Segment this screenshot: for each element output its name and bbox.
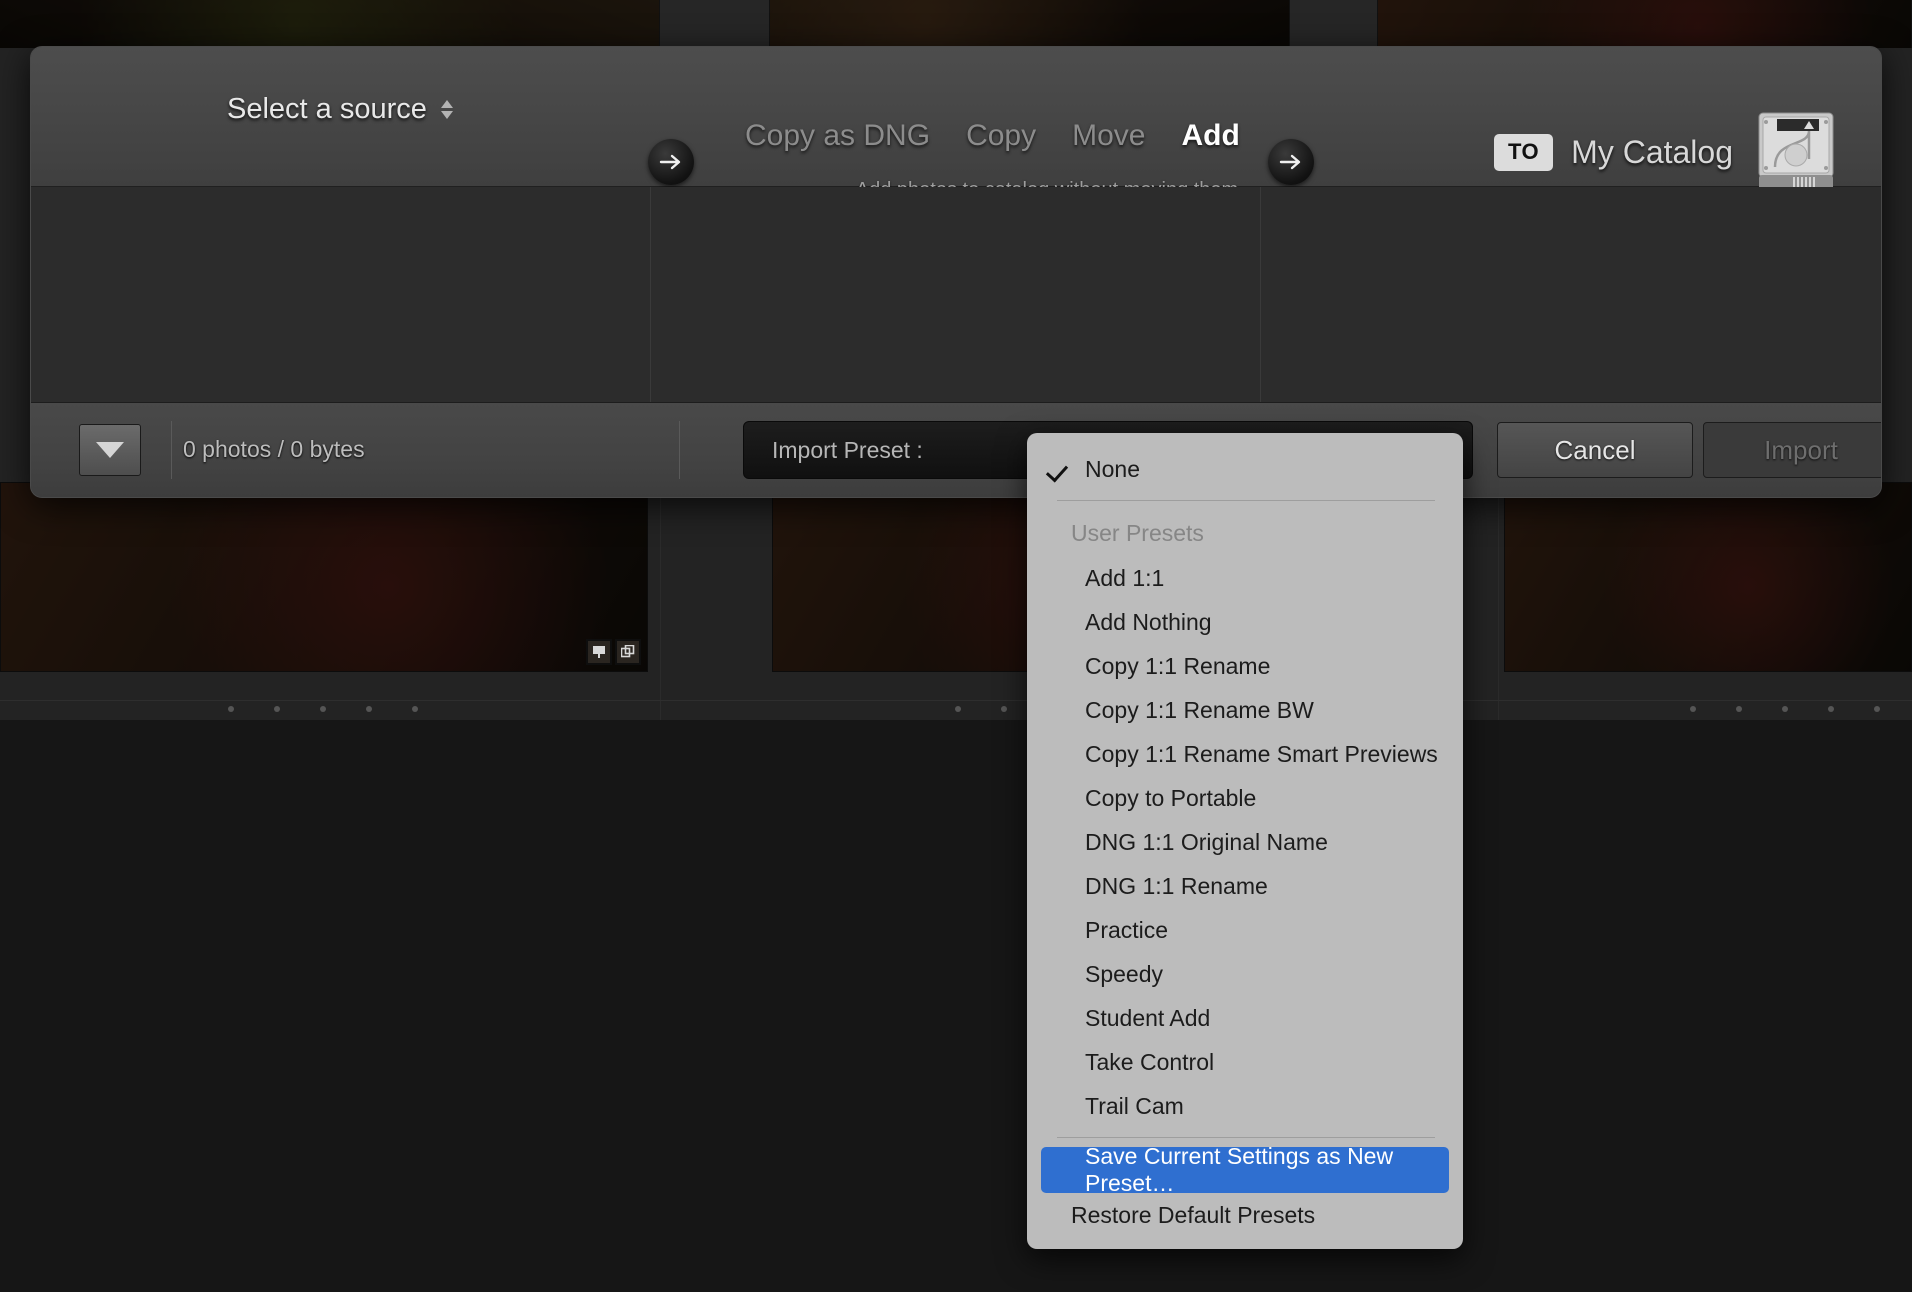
to-badge: TO [1494, 133, 1554, 171]
menu-item-label: DNG 1:1 Original Name [1085, 828, 1328, 855]
menu-item-label: Take Control [1085, 1048, 1215, 1075]
menu-separator [1057, 1137, 1435, 1138]
menu-item-dng-1-1-rename[interactable]: DNG 1:1 Rename [1027, 864, 1463, 908]
menu-item-copy-to-portable[interactable]: Copy to Portable [1027, 776, 1463, 820]
import-preset-label: Import Preset : [772, 436, 923, 463]
destination-selector[interactable]: TO My Catalog [1494, 109, 1843, 195]
menu-item-label: Restore Default Presets [1071, 1201, 1316, 1228]
hard-drive-icon [1751, 109, 1843, 195]
thumbnail-rating-dots [228, 706, 418, 712]
import-preset-dropdown-menu: None User Presets Add 1:1 Add Nothing Co… [1027, 433, 1463, 1249]
menu-item-trail-cam[interactable]: Trail Cam [1027, 1084, 1463, 1128]
menu-item-label: Add 1:1 [1085, 564, 1165, 591]
menu-separator [1057, 500, 1435, 501]
file-handling-panel [651, 187, 1261, 402]
metadata-panel [31, 187, 651, 402]
source-selector[interactable]: Select a source [227, 93, 453, 126]
menu-item-add-nothing[interactable]: Add Nothing [1027, 600, 1463, 644]
menu-item-restore-default-presets[interactable]: Restore Default Presets [1027, 1193, 1463, 1237]
stack-badge-icon [615, 639, 641, 665]
import-dialog-header: Select a source Copy as DNG Copy Move Ad… [31, 47, 1881, 201]
catalog-name: My Catalog [1571, 133, 1733, 170]
cancel-button[interactable]: Cancel [1497, 422, 1693, 478]
menu-item-add-1-1[interactable]: Add 1:1 [1027, 556, 1463, 600]
menu-item-copy-1-1-rename[interactable]: Copy 1:1 Rename [1027, 644, 1463, 688]
menu-item-label: DNG 1:1 Rename [1085, 872, 1268, 899]
menu-item-label: Copy 1:1 Rename [1085, 652, 1271, 679]
import-button[interactable]: Import [1703, 422, 1881, 478]
arrow-right-icon [648, 139, 694, 185]
photo-thumbnail [1504, 482, 1912, 672]
menu-item-speedy[interactable]: Speedy [1027, 952, 1463, 996]
menu-item-label: Copy to Portable [1085, 784, 1257, 811]
import-settings-panels: Metadata Preset © Rob Sylvan Keywords Fi… [31, 187, 1881, 497]
menu-item-label: Speedy [1085, 960, 1164, 987]
photos-count: 0 photos / 0 bytes [183, 436, 365, 462]
background-photo-row-second [0, 482, 1912, 702]
menu-item-save-current-settings[interactable]: Save Current Settings as New Preset… [1041, 1143, 1449, 1196]
arrow-right-icon [1268, 139, 1314, 185]
menu-item-student-add[interactable]: Student Add [1027, 996, 1463, 1040]
tab-copy-as-dng[interactable]: Copy as DNG [745, 119, 930, 153]
thumbnail-badges [586, 639, 641, 665]
crop-badge-icon [586, 639, 612, 665]
tab-add[interactable]: Add [1181, 119, 1239, 153]
tab-move[interactable]: Move [1072, 119, 1145, 153]
organize-panel [1261, 187, 1881, 402]
thumbnail-rating-dots [1690, 706, 1880, 712]
tab-copy[interactable]: Copy [966, 119, 1036, 153]
menu-item-dng-1-1-original-name[interactable]: DNG 1:1 Original Name [1027, 820, 1463, 864]
menu-item-copy-1-1-rename-smart-previews[interactable]: Copy 1:1 Rename Smart Previews [1027, 732, 1463, 776]
menu-item-label: Add Nothing [1085, 608, 1212, 635]
menu-item-practice[interactable]: Practice [1027, 908, 1463, 952]
sort-spinner-icon [440, 100, 453, 119]
background-photo-row-top [0, 0, 1912, 48]
menu-item-label: Copy 1:1 Rename BW [1085, 696, 1314, 723]
photo-thumbnail [0, 482, 648, 672]
menu-item-take-control[interactable]: Take Control [1027, 1040, 1463, 1084]
import-mode-tabs: Copy as DNG Copy Move Add [745, 119, 1240, 153]
menu-item-label: Copy 1:1 Rename Smart Previews [1085, 740, 1438, 767]
menu-item-label: None [1085, 455, 1140, 482]
import-dialog: Select a source Copy as DNG Copy Move Ad… [30, 46, 1882, 498]
menu-group-user-presets: User Presets [1027, 510, 1463, 556]
menu-item-label: Trail Cam [1085, 1092, 1184, 1119]
source-label: Select a source [227, 93, 427, 125]
menu-item-none[interactable]: None [1027, 447, 1463, 491]
menu-item-label: Student Add [1085, 1004, 1211, 1031]
menu-item-label: Practice [1085, 916, 1169, 943]
import-dialog-footer: 0 photos / 0 bytes Import Preset : Cance… [31, 403, 1881, 497]
menu-item-copy-1-1-rename-bw[interactable]: Copy 1:1 Rename BW [1027, 688, 1463, 732]
menu-group-label: User Presets [1071, 519, 1204, 546]
menu-item-label: Save Current Settings as New Preset… [1085, 1143, 1394, 1196]
expand-panel-button[interactable] [79, 424, 141, 476]
empty-grid-area [0, 720, 1912, 1292]
chevron-down-icon [96, 442, 124, 458]
